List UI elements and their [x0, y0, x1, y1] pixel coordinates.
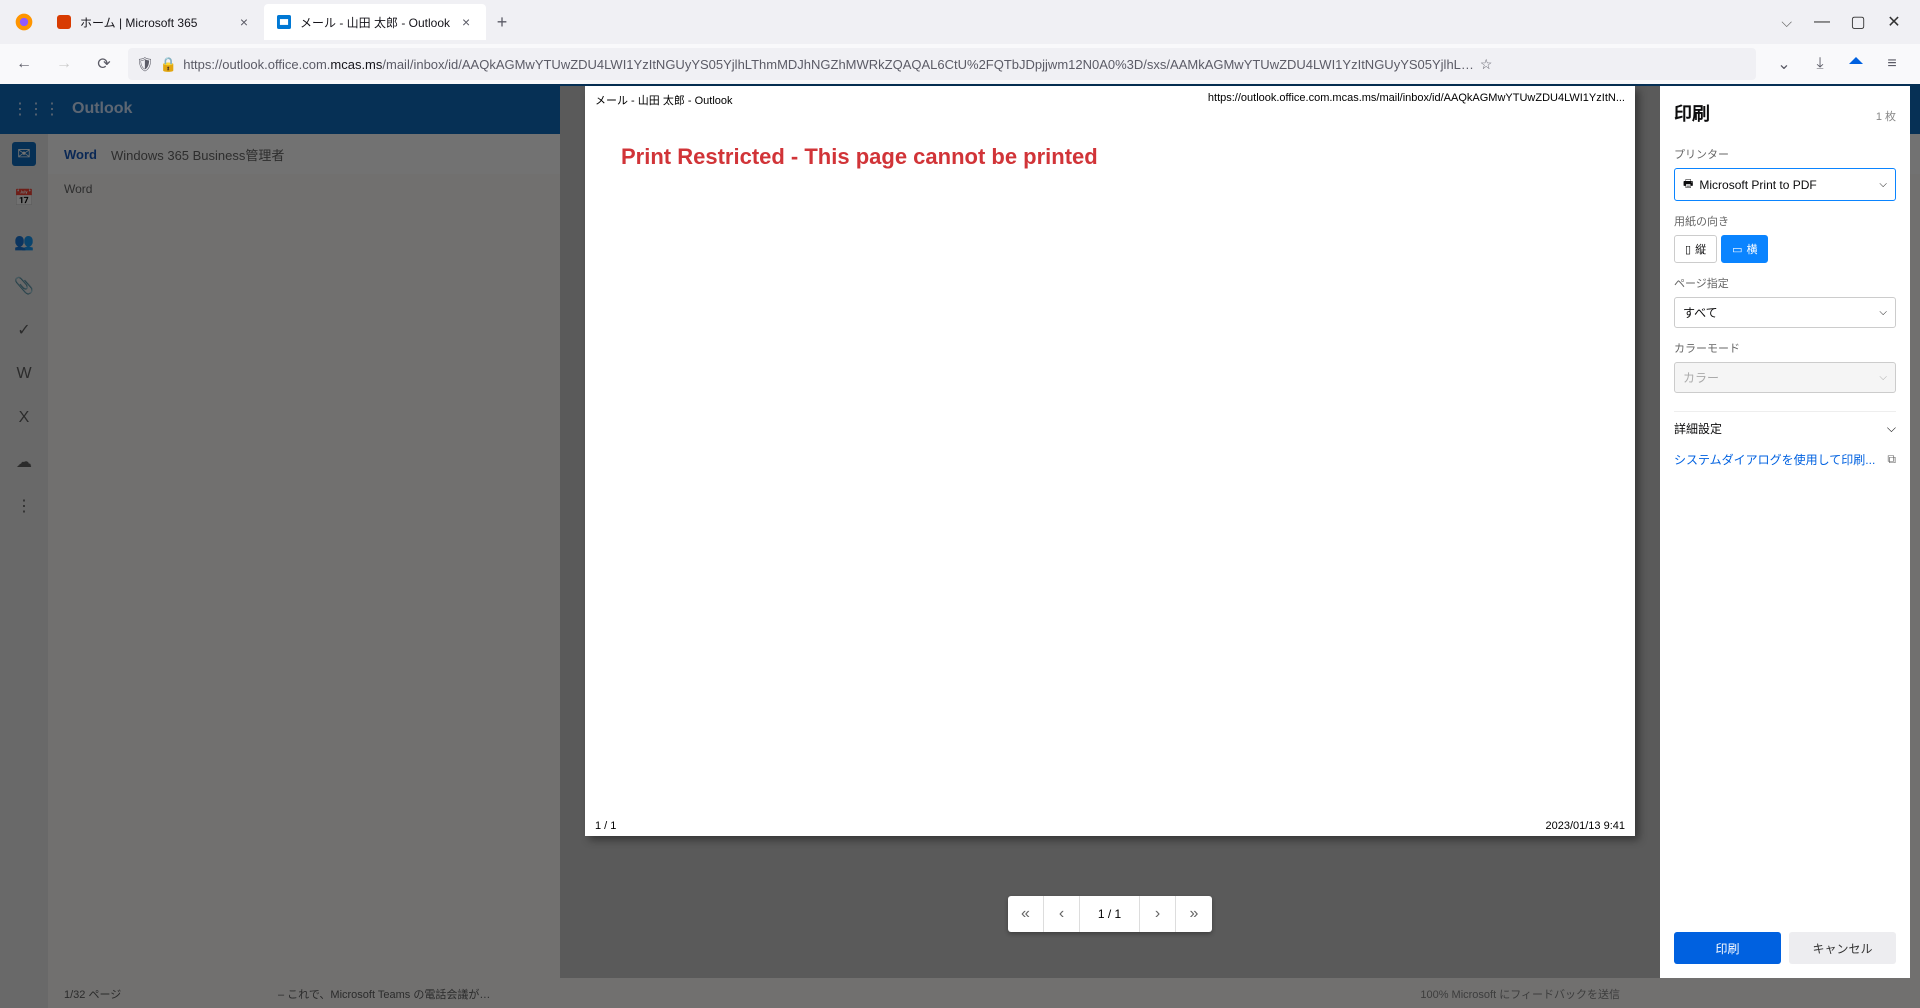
lock-icon: 🔒 [160, 56, 177, 73]
landscape-button[interactable]: ▭ 横 [1721, 235, 1768, 263]
preview-footer-right: 2023/01/13 9:41 [1545, 820, 1625, 832]
pages-select[interactable]: すべて ⌵ [1674, 297, 1896, 328]
color-select: カラー ⌵ [1674, 362, 1896, 393]
prev-page-button[interactable]: ‹ [1044, 896, 1080, 932]
sheet-count: 1 枚 [1876, 108, 1896, 124]
color-label: カラーモード [1674, 340, 1896, 356]
preview-header-left: メール - 山田 太郎 - Outlook [595, 92, 733, 108]
chevron-down-icon: ⌵ [1879, 179, 1887, 190]
portrait-icon: ▯ [1685, 243, 1691, 256]
tab-mail[interactable]: メール - 山田 太郎 - Outlook × [264, 4, 486, 40]
preview-header-right: https://outlook.office.com.mcas.ms/mail/… [1208, 92, 1625, 108]
bookmark-icon[interactable]: ☆ [1480, 56, 1493, 73]
tab-mail-title: メール - 山田 太郎 - Outlook [300, 14, 450, 31]
chevron-down-icon: ⌵ [1879, 307, 1887, 318]
address-bar: ← → ⟳ 🛡 🔒 https://outlook.office.com.mca… [0, 44, 1920, 84]
print-settings-panel: 印刷 1 枚 プリンター 🖶 Microsoft Print to PDF ⌵ … [1660, 86, 1910, 978]
pager-text: 1 / 1 [1080, 896, 1140, 932]
pages-label: ページ指定 [1674, 275, 1896, 291]
external-link-icon: ⧉ [1887, 452, 1896, 467]
color-value: カラー [1683, 369, 1873, 386]
m365-tab-icon [56, 14, 72, 30]
print-button[interactable]: 印刷 [1674, 932, 1781, 964]
new-tab-button[interactable]: + [486, 6, 518, 38]
print-title: 印刷 [1674, 100, 1710, 126]
pages-value: すべて [1683, 304, 1873, 321]
maximize-button[interactable]: ▢ [1846, 10, 1870, 34]
download-icon[interactable]: ⤓ [1804, 48, 1836, 80]
reload-button[interactable]: ⟳ [88, 48, 120, 80]
chevron-down-icon: ⌵ [1887, 421, 1896, 436]
extension-icon[interactable] [1840, 48, 1872, 80]
print-preview-area: メール - 山田 太郎 - Outlook https://outlook.of… [560, 86, 1660, 978]
details-toggle[interactable]: 詳細設定 ⌵ [1674, 411, 1896, 445]
tab-home[interactable]: ホーム | Microsoft 365 × [44, 4, 264, 40]
printer-select[interactable]: 🖶 Microsoft Print to PDF ⌵ [1674, 168, 1896, 201]
pager: « ‹ 1 / 1 › » [1008, 896, 1212, 932]
preview-page: メール - 山田 太郎 - Outlook https://outlook.of… [585, 86, 1635, 836]
close-icon[interactable]: × [458, 14, 474, 30]
close-icon[interactable]: × [236, 14, 252, 30]
shield-icon: 🛡 [136, 56, 154, 73]
printer-label: プリンター [1674, 146, 1896, 162]
print-restricted-message: Print Restricted - This page cannot be p… [585, 114, 1635, 200]
orientation-label: 用紙の向き [1674, 213, 1896, 229]
outlook-tab-icon [276, 14, 292, 30]
printer-value: Microsoft Print to PDF [1699, 178, 1873, 192]
preview-footer-left: 1 / 1 [595, 820, 616, 832]
browser-chrome: ホーム | Microsoft 365 × メール - 山田 太郎 - Outl… [0, 0, 1920, 85]
tab-bar: ホーム | Microsoft 365 × メール - 山田 太郎 - Outl… [0, 0, 1920, 44]
pocket-icon[interactable]: ⌄ [1768, 48, 1800, 80]
minimize-button[interactable]: — [1810, 10, 1834, 34]
close-window-button[interactable]: ✕ [1882, 10, 1906, 34]
next-page-button[interactable]: › [1140, 896, 1176, 932]
chevron-down-icon: ⌵ [1879, 372, 1887, 383]
firefox-icon [8, 6, 40, 38]
menu-icon[interactable]: ≡ [1876, 48, 1908, 80]
tab-home-title: ホーム | Microsoft 365 [80, 14, 228, 31]
tabs-dropdown-icon[interactable]: ⌵ [1773, 10, 1800, 35]
print-dialog: メール - 山田 太郎 - Outlook https://outlook.of… [560, 86, 1910, 978]
cancel-button[interactable]: キャンセル [1789, 932, 1896, 964]
first-page-button[interactable]: « [1008, 896, 1044, 932]
url-bar[interactable]: 🛡 🔒 https://outlook.office.com.mcas.ms/m… [128, 48, 1756, 80]
portrait-button[interactable]: ▯ 縦 [1674, 235, 1717, 263]
window-controls: — ▢ ✕ [1800, 10, 1916, 34]
forward-button[interactable]: → [48, 48, 80, 80]
landscape-icon: ▭ [1732, 243, 1742, 256]
system-dialog-link[interactable]: システムダイアログを使用して印刷... ⧉ [1674, 445, 1896, 474]
last-page-button[interactable]: » [1176, 896, 1212, 932]
back-button[interactable]: ← [8, 48, 40, 80]
url-text: https://outlook.office.com.mcas.ms/mail/… [183, 57, 1474, 72]
printer-icon: 🖶 [1683, 175, 1693, 194]
